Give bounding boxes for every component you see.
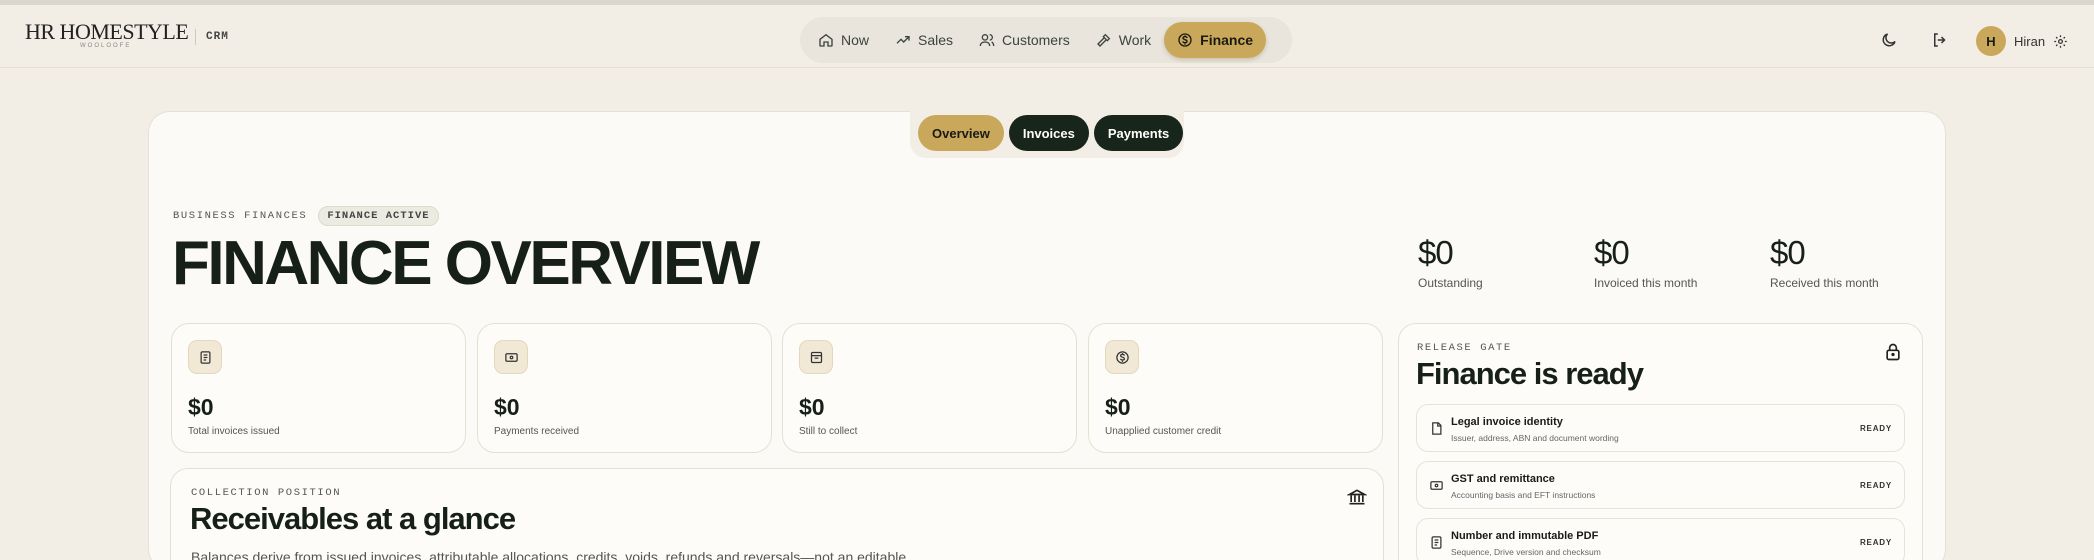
receivables-title: Receivables at a glance [190, 501, 516, 536]
gate-item-gst[interactable]: GST and remittance Accounting basis and … [1416, 461, 1905, 509]
document-icon [1432, 422, 1442, 435]
gate-item-status: READY [1859, 481, 1892, 490]
dollar-circle-icon [1105, 340, 1139, 374]
gate-item-pdf[interactable]: Number and immutable PDF Sequence, Drive… [1416, 518, 1905, 560]
metric-value: $0 [494, 394, 520, 420]
stat-received-month: $0 Received this month [1770, 234, 1879, 290]
theme-toggle-icon[interactable] [1880, 31, 1898, 49]
gate-eyebrow: RELEASE GATE [1417, 342, 1512, 354]
gate-item-title: GST and remittance [1451, 473, 1555, 485]
document-icon [188, 340, 222, 374]
metric-label: Unapplied customer credit [1105, 426, 1222, 437]
trend-up-icon [896, 36, 910, 44]
nav-item-sales[interactable]: Sales [882, 22, 966, 58]
dollar-circle-icon [1178, 33, 1192, 47]
cash-icon [494, 340, 528, 374]
brand-logo[interactable]: HR HOMESTYLE WOOLOOFE [25, 19, 189, 49]
metric-value: $0 [188, 394, 214, 420]
stat-value: $0 [1418, 234, 1454, 271]
release-gate-card: RELEASE GATE Finance is ready Legal invo… [1398, 323, 1923, 560]
main-nav: Now Sales Customers Work Finance [800, 17, 1292, 63]
metric-card-payments[interactable]: $0 Payments received [477, 323, 772, 453]
nav-item-finance[interactable]: Finance [1164, 22, 1267, 58]
inbox-icon [799, 340, 833, 374]
avatar[interactable]: H [1976, 26, 2006, 56]
gate-title: Finance is ready [1416, 356, 1644, 391]
gate-item-subtitle: Sequence, Drive version and checksum [1451, 547, 1601, 557]
bank-icon [1347, 489, 1367, 505]
gate-item-subtitle: Issuer, address, ABN and document wordin… [1451, 433, 1619, 443]
nav-label: Finance [1200, 32, 1254, 48]
stat-label: Received this month [1770, 276, 1879, 290]
finance-subtabs: Overview Invoices Payments [910, 108, 1184, 158]
gate-item-status: READY [1859, 538, 1892, 547]
logout-icon[interactable] [1931, 31, 1949, 49]
user-name: Hiran [2014, 33, 2046, 49]
stat-value: $0 [1594, 234, 1630, 271]
nav-item-customers[interactable]: Customers [966, 22, 1083, 58]
tab-overview[interactable]: Overview [918, 115, 1004, 151]
page-eyebrow: BUSINESS FINANCES [173, 210, 308, 222]
page-title: FINANCE OVERVIEW [172, 229, 760, 298]
gate-item-status: READY [1859, 424, 1892, 433]
stat-invoiced-month: $0 Invoiced this month [1594, 234, 1697, 290]
page-eyebrow-row: BUSINESS FINANCES FINANCE ACTIVE [173, 206, 439, 226]
metric-label: Still to collect [799, 426, 858, 437]
app-header: HR HOMESTYLE WOOLOOFE CRM Now Sales Cust… [0, 5, 2094, 68]
nav-label: Now [841, 32, 870, 48]
stat-value: $0 [1770, 234, 1806, 271]
metric-value: $0 [799, 394, 825, 420]
lock-icon [1886, 343, 1900, 361]
receivables-description: Balances derive from issued invoices, at… [191, 549, 907, 560]
gear-icon[interactable] [2053, 34, 2068, 49]
status-badge: FINANCE ACTIVE [318, 206, 439, 226]
metric-card-collect[interactable]: $0 Still to collect [782, 323, 1077, 453]
file-text-icon [1431, 536, 1442, 549]
app-label: CRM [206, 31, 229, 43]
nav-item-work[interactable]: Work [1083, 22, 1164, 58]
nav-label: Customers [1002, 32, 1070, 48]
stat-outstanding: $0 Outstanding [1418, 234, 1483, 290]
gate-item-legal-identity[interactable]: Legal invoice identity Issuer, address, … [1416, 404, 1905, 452]
metric-label: Payments received [494, 426, 580, 437]
gate-item-title: Legal invoice identity [1451, 416, 1563, 428]
metric-label: Total invoices issued [188, 426, 280, 437]
stat-label: Outstanding [1418, 276, 1483, 290]
hammer-icon [1096, 33, 1111, 47]
users-icon [979, 34, 995, 47]
nav-label: Sales [918, 32, 954, 48]
metric-card-credit[interactable]: $0 Unapplied customer credit [1088, 323, 1383, 453]
receivables-card: COLLECTION POSITION Receivables at a gla… [170, 468, 1384, 560]
user-menu[interactable]: H Hiran [1976, 26, 2068, 56]
nav-label: Work [1118, 32, 1152, 48]
gate-item-subtitle: Accounting basis and EFT instructions [1451, 490, 1596, 500]
cash-icon [1430, 481, 1443, 490]
tab-invoices[interactable]: Invoices [1008, 115, 1089, 151]
logo-text: HR HOMESTYLE [25, 19, 189, 44]
gate-item-title: Number and immutable PDF [1451, 530, 1599, 542]
tab-payments[interactable]: Payments [1093, 115, 1184, 151]
metric-value: $0 [1105, 394, 1131, 420]
home-icon [819, 33, 833, 47]
metric-card-invoices[interactable]: $0 Total invoices issued [171, 323, 466, 453]
receivables-eyebrow: COLLECTION POSITION [191, 487, 342, 499]
stat-label: Invoiced this month [1594, 276, 1698, 290]
nav-item-now[interactable]: Now [805, 22, 882, 58]
logo-divider [195, 29, 196, 45]
